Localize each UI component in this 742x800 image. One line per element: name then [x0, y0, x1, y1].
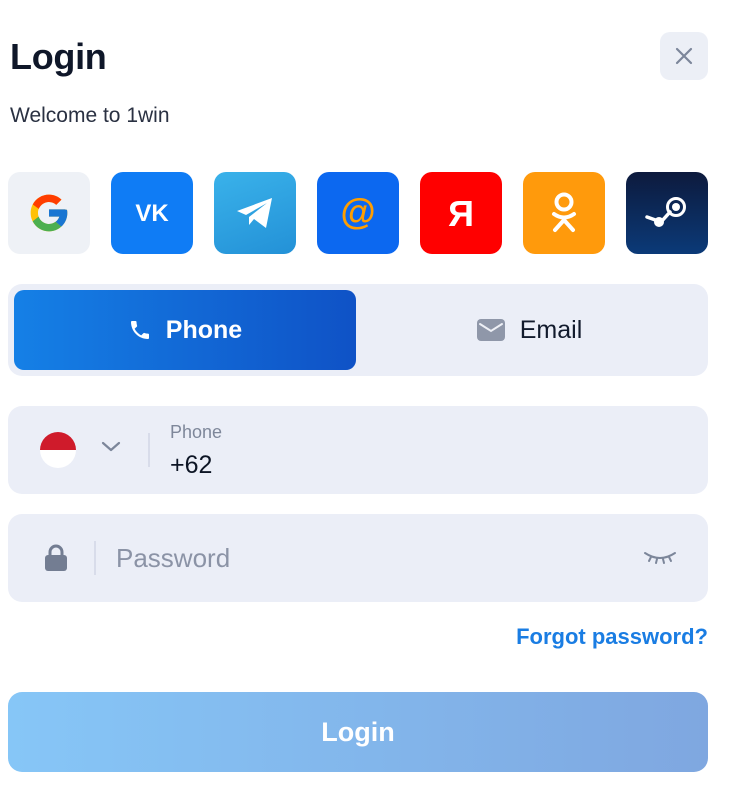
odnoklassniki-login-button[interactable] [523, 172, 605, 254]
mailru-login-button[interactable]: @ [317, 172, 399, 254]
vk-icon-label: VK [135, 201, 169, 225]
page-title: Login [10, 36, 107, 77]
phone-icon [130, 321, 149, 339]
yandex-icon-label: Я [448, 193, 474, 234]
close-icon [675, 47, 693, 65]
indonesia-flag-icon[interactable] [40, 432, 76, 468]
telegram-icon [237, 198, 272, 228]
mail-icon [476, 319, 505, 341]
google-login-button[interactable] [8, 172, 90, 254]
eye-closed-icon[interactable] [642, 548, 678, 566]
google-icon [30, 194, 68, 232]
field-divider [148, 433, 150, 467]
password-input[interactable] [116, 540, 616, 576]
at-sign-icon: @ [340, 191, 375, 232]
yandex-login-button[interactable]: Я [420, 172, 502, 254]
at-sign-icon-label: @ [340, 191, 375, 232]
phone-input[interactable] [170, 448, 670, 482]
odnoklassniki-icon [552, 192, 576, 232]
telegram-login-button[interactable] [214, 172, 296, 254]
login-method-tabs: Phone Email [8, 284, 708, 376]
phone-field-label: Phone [170, 422, 223, 442]
close-button[interactable] [660, 32, 708, 80]
social-login-row: VK @ Я [8, 172, 708, 254]
password-field [8, 514, 708, 602]
vk-icon: VK [135, 201, 169, 225]
forgot-password-link[interactable]: Forgot password? [516, 624, 708, 650]
steam-icon [645, 197, 686, 227]
tab-email[interactable]: Email [356, 290, 702, 370]
page-subtitle: Welcome to 1win [10, 104, 170, 127]
field-divider [94, 541, 96, 575]
vk-login-button[interactable]: VK [111, 172, 193, 254]
login-button[interactable]: Login [8, 692, 708, 772]
yandex-icon: Я [448, 193, 474, 234]
tab-phone[interactable]: Phone [14, 290, 356, 370]
tab-email-label: Email [519, 315, 583, 344]
tab-phone-label: Phone [165, 315, 243, 344]
steam-login-button[interactable] [626, 172, 708, 254]
chevron-down-icon[interactable] [100, 440, 122, 454]
phone-field: Phone [8, 406, 708, 494]
lock-icon [45, 544, 67, 571]
